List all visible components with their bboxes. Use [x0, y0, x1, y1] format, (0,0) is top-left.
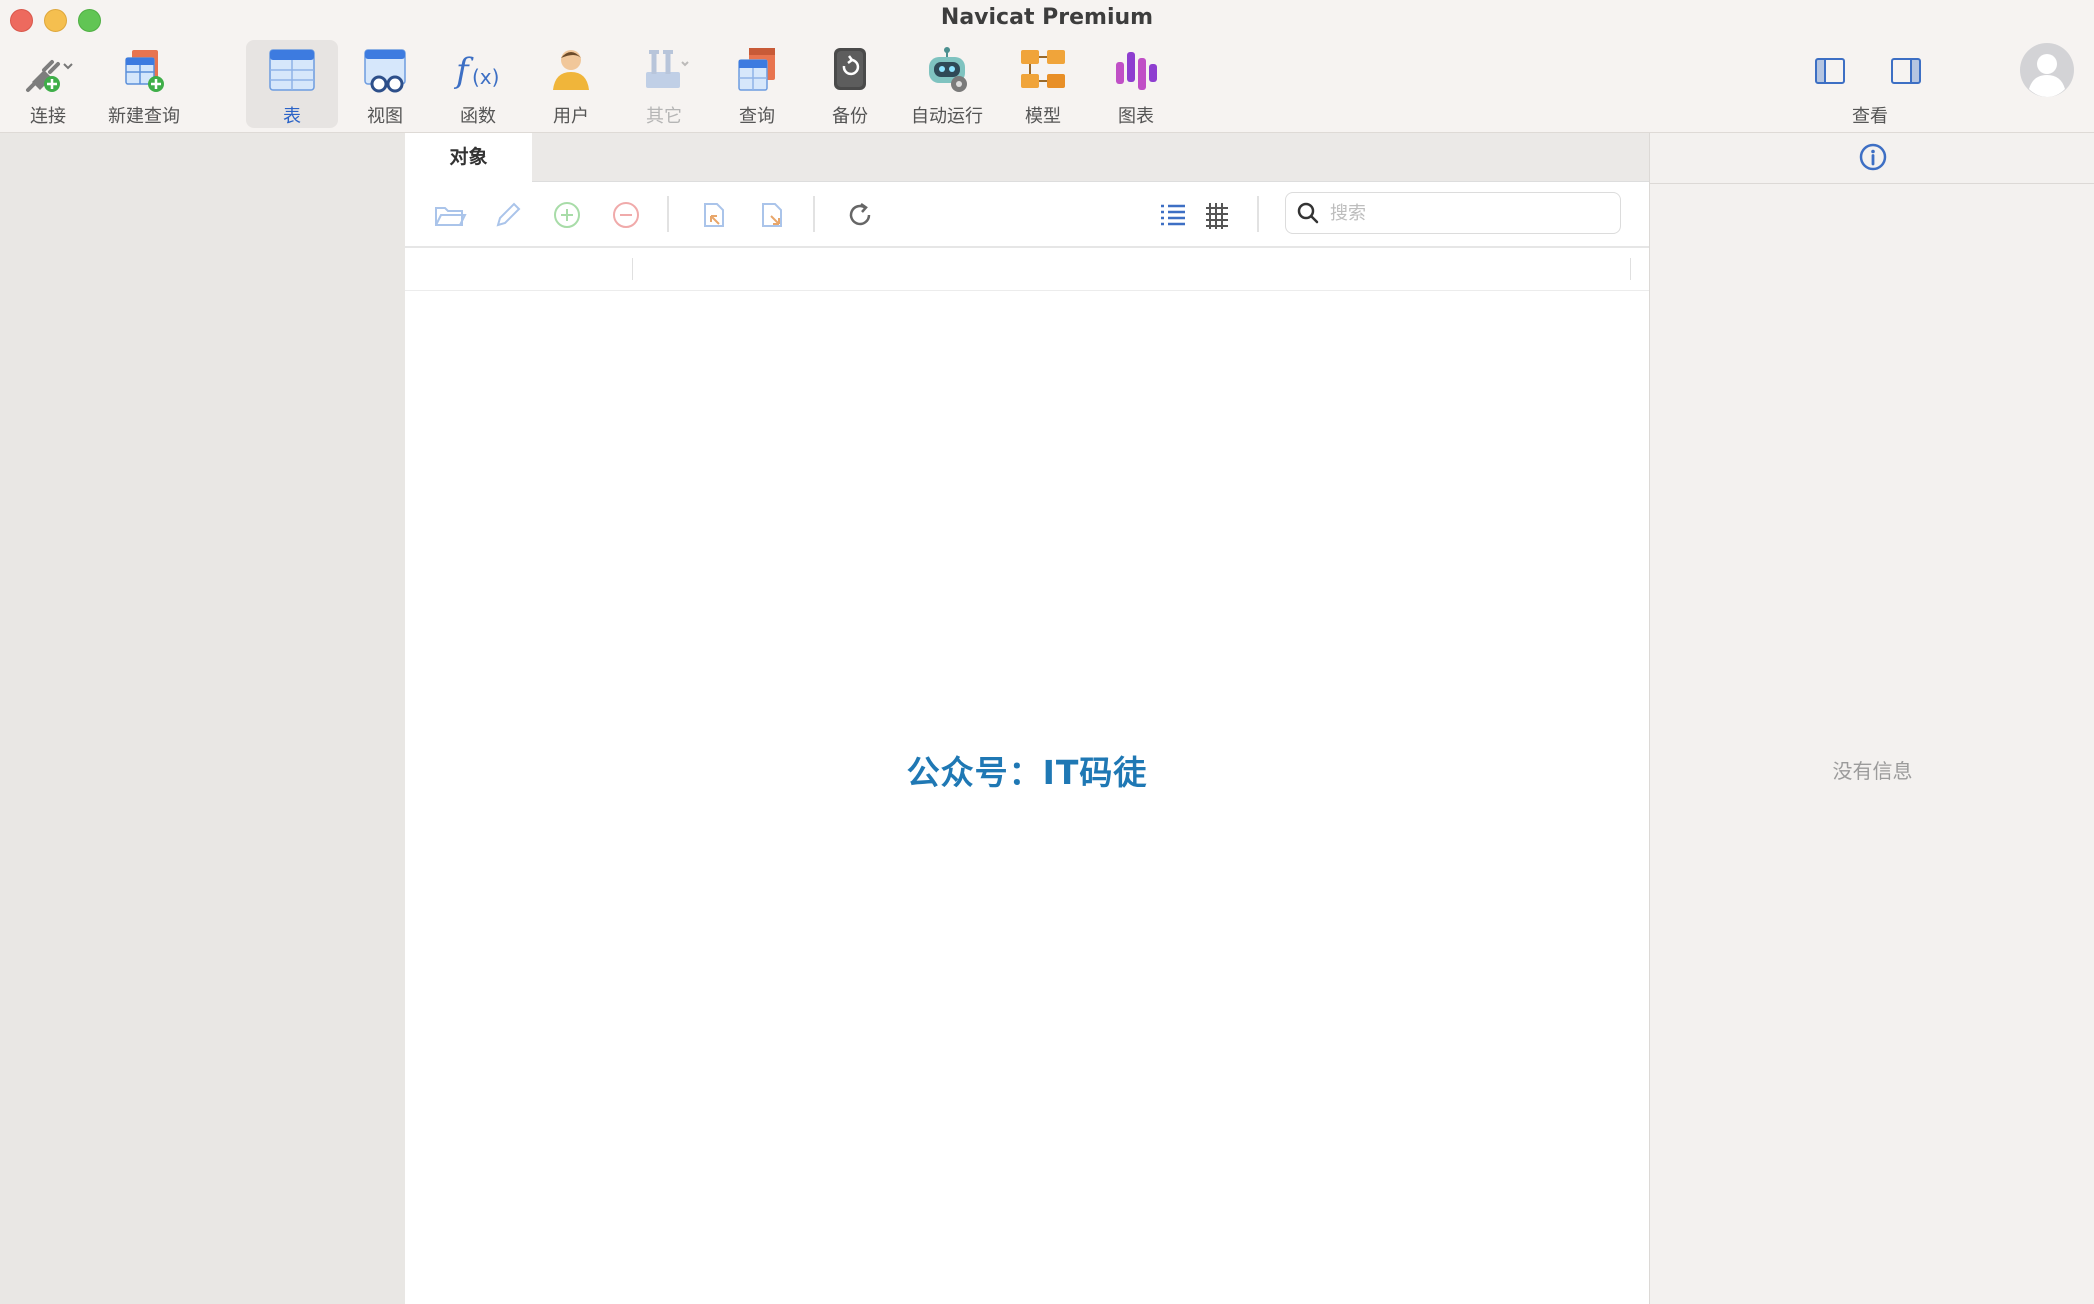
svg-text:f: f: [453, 51, 474, 91]
user-button[interactable]: 用户: [525, 40, 617, 128]
backup-label: 备份: [832, 106, 868, 127]
plug-add-icon: [26, 60, 73, 92]
user-icon: [553, 50, 589, 90]
connect-label: 连接: [30, 106, 66, 127]
view-label: 视图: [367, 106, 403, 127]
backup-button[interactable]: 备份: [804, 40, 896, 128]
query-label: 查询: [739, 106, 775, 127]
function-label: 函数: [460, 106, 496, 127]
toolbar-separator: [813, 196, 815, 232]
info-panel: 没有信息: [1649, 133, 2094, 1304]
table-icon: [269, 49, 315, 91]
column-divider[interactable]: [1630, 258, 1631, 280]
avatar[interactable]: [2019, 42, 2075, 98]
view-button[interactable]: 视图: [339, 40, 431, 128]
object-list-header: [405, 248, 1649, 292]
backup-icon: [834, 48, 866, 90]
query-button[interactable]: 查询: [711, 40, 803, 128]
table-button[interactable]: 表: [246, 40, 338, 128]
search-input[interactable]: [1328, 197, 1612, 229]
model-label: 模型: [1025, 106, 1061, 127]
model-button[interactable]: 模型: [997, 40, 1089, 128]
query-icon: [738, 48, 775, 91]
object-toolbar: [405, 182, 1649, 248]
automation-label: 自动运行: [911, 106, 983, 127]
left-sidebar-toggle-icon[interactable]: [1815, 58, 1845, 84]
model-icon: [1021, 50, 1065, 88]
chart-icon: [1116, 52, 1157, 90]
import-icon[interactable]: [697, 198, 731, 232]
table-label: 表: [283, 106, 301, 127]
glasses-table-icon: [364, 49, 406, 93]
search-icon: [1297, 202, 1319, 224]
open-folder-icon[interactable]: [433, 198, 467, 232]
column-divider[interactable]: [632, 258, 633, 280]
robot-icon: [929, 47, 967, 92]
chart-button[interactable]: 图表: [1090, 40, 1182, 128]
no-info-text: 没有信息: [1832, 759, 1913, 783]
new-query-button[interactable]: 新建查询: [98, 40, 190, 128]
search-box[interactable]: [1285, 192, 1621, 234]
info-panel-header: [1650, 133, 2094, 184]
info-icon[interactable]: [1859, 143, 1887, 171]
right-sidebar-toggle-icon[interactable]: [1891, 58, 1921, 84]
main-content: 对象 搜索 公众号：IT码徒: [405, 133, 1649, 1304]
function-button[interactable]: f (x) 函数: [432, 40, 524, 128]
edit-pencil-icon[interactable]: [491, 198, 525, 232]
other-label: 其它: [646, 106, 682, 127]
watermark-text: 公众号：IT码徒: [906, 753, 1148, 792]
app-title: Navicat Premium: [940, 5, 1154, 30]
tab-objects[interactable]: 对象: [405, 133, 532, 182]
svg-text:(x): (x): [472, 65, 499, 89]
remove-circle-icon[interactable]: [609, 198, 643, 232]
chart-label: 图表: [1118, 106, 1154, 127]
add-circle-icon[interactable]: [550, 198, 584, 232]
connections-sidebar: [0, 133, 405, 1304]
title-bar: Navicat Premium 连接 新建查询 表 视图 f (x) 函数 用户…: [0, 0, 2094, 133]
tools-icon: [646, 50, 689, 88]
new-query-label: 新建查询: [108, 106, 180, 127]
fx-icon: f (x): [453, 51, 499, 91]
export-icon[interactable]: [755, 198, 789, 232]
list-view-icon[interactable]: [1155, 198, 1189, 232]
other-button[interactable]: 其它: [618, 40, 710, 128]
view-options-label: 查看: [1852, 106, 1888, 127]
grid-view-icon[interactable]: [1200, 198, 1234, 232]
user-label: 用户: [553, 106, 589, 127]
tab-strip: 对象: [405, 133, 1649, 182]
automation-button[interactable]: 自动运行: [897, 40, 997, 128]
connect-button[interactable]: 连接: [2, 40, 94, 128]
refresh-icon[interactable]: [843, 198, 877, 232]
toolbar-separator: [1257, 196, 1259, 232]
table-add-icon: [125, 50, 164, 92]
toolbar-separator: [667, 196, 669, 232]
object-list: 公众号：IT码徒: [405, 291, 1649, 1304]
